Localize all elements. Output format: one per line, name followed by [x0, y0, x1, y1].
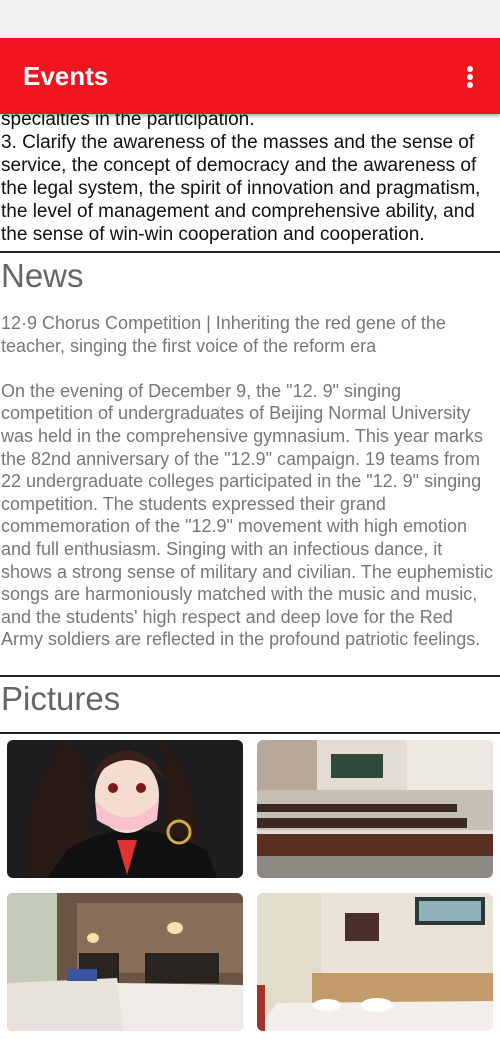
divider	[0, 251, 500, 253]
classroom-image	[257, 740, 493, 878]
app-bar: Events	[0, 38, 500, 114]
hotel-room-image	[257, 893, 493, 1031]
more-vert-icon[interactable]	[458, 62, 482, 92]
picture-anime-character[interactable]	[7, 740, 243, 878]
news-headline: 12·9 Chorus Competition | Inheriting the…	[1, 313, 446, 356]
divider	[0, 732, 500, 734]
goals-item-3: 3. Clarify the awareness of the masses a…	[1, 132, 481, 245]
hotel-room-image	[7, 893, 243, 1031]
news-article: 12·9 Chorus Competition | Inheriting the…	[1, 312, 497, 651]
goals-text: specialties in the participation. 3. Cla…	[1, 108, 497, 246]
picture-hotel-room-1[interactable]	[7, 893, 243, 1031]
pictures-heading: Pictures	[1, 680, 121, 717]
page-title: Events	[23, 61, 109, 91]
anime-character-image	[7, 740, 243, 878]
picture-classroom[interactable]	[257, 740, 493, 878]
status-bar	[0, 0, 500, 38]
news-body: On the evening of December 9, the "12. 9…	[1, 380, 493, 650]
divider	[0, 675, 500, 677]
news-heading: News	[1, 257, 84, 294]
picture-hotel-room-2[interactable]	[257, 893, 493, 1031]
